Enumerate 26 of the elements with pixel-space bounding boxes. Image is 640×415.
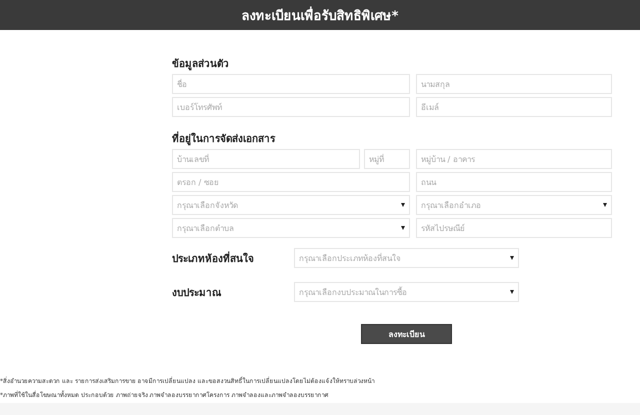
dropdown-field[interactable]: กรุณาเลือกอำเภอ <box>416 195 612 215</box>
input-field[interactable]: รหัสไปรษณีย์ <box>416 218 612 238</box>
input-field[interactable]: ตรอก / ซอย <box>172 172 410 192</box>
input-field[interactable]: นามสกุล <box>416 74 612 94</box>
caret-icon <box>510 290 514 294</box>
input-field[interactable]: บ้านเลขที่ <box>172 149 360 169</box>
dropdown-field[interactable]: กรุณาเลือกงบประมาณในการซื้อ <box>294 282 519 302</box>
caret-icon <box>401 226 405 230</box>
caret-icon <box>510 256 514 260</box>
input-field[interactable]: ชื่อ <box>172 74 410 94</box>
dropdown-field[interactable]: กรุณาเลือกตำบล <box>172 218 410 238</box>
input-field[interactable]: ถนน <box>416 172 612 192</box>
input-field[interactable]: หมู่ที่ <box>364 149 410 169</box>
input-field[interactable]: เบอร์โทรศัพท์ <box>172 97 410 117</box>
section-title: ข้อมูลส่วนตัว <box>172 57 229 71</box>
input-field[interactable]: หมู่บ้าน / อาคาร <box>416 149 612 169</box>
page-title: ลงทะเบียนเพื่อรับสิทธิพิเศษ* <box>242 6 398 26</box>
input-field[interactable]: อีเมล์ <box>416 97 612 117</box>
field-label: ประเภทห้องที่สนใจ <box>172 250 255 266</box>
section-title: ที่อยู่ในการจัดส่งเอกสาร <box>172 131 275 146</box>
register-button[interactable]: ลงทะเบียน <box>361 324 452 344</box>
dropdown-field[interactable]: กรุณาเลือกจังหวัด <box>172 195 410 215</box>
caret-icon <box>401 203 405 207</box>
dropdown-field[interactable]: กรุณาเลือกประเภทห้องที่สนใจ <box>294 248 519 268</box>
caret-icon <box>603 203 607 207</box>
field-label: งบประมาณ <box>172 286 222 300</box>
